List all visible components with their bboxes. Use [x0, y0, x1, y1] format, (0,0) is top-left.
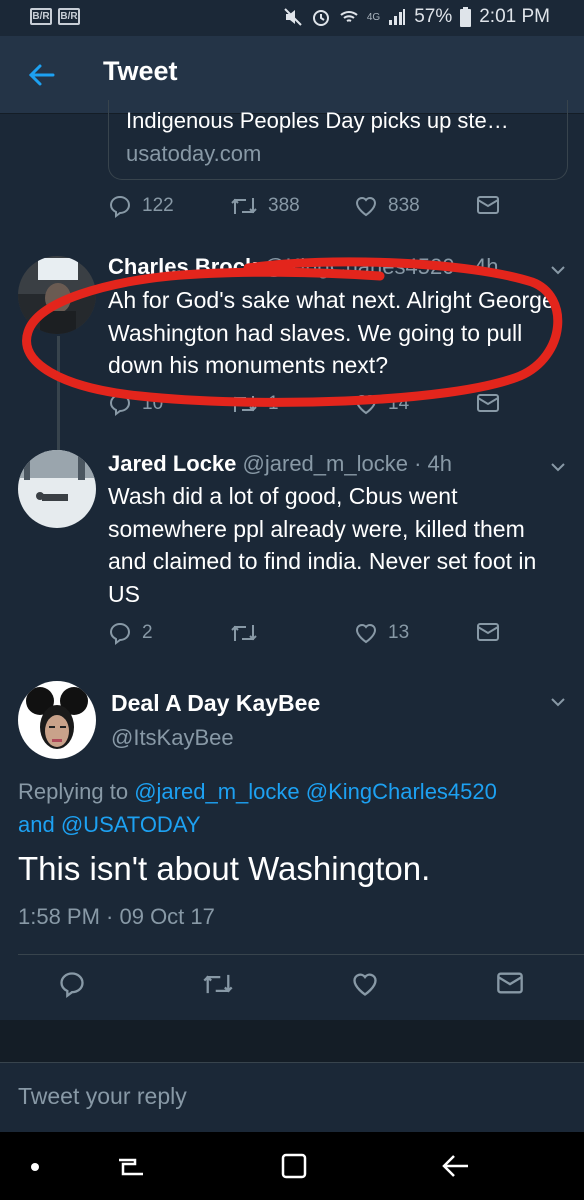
reply-input[interactable]: Tweet your reply [18, 1083, 187, 1110]
relative-time: · 4h [460, 254, 499, 279]
envelope-icon [477, 196, 499, 214]
retweet-icon [231, 198, 257, 214]
status-bar: B/R B/R 4G 57% 2:01 PM [0, 0, 584, 36]
display-name[interactable]: Deal A Day KayBee [111, 690, 320, 717]
mention-link[interactable]: @jared_m_locke [134, 779, 299, 804]
back-icon[interactable] [440, 1152, 470, 1180]
mention-link[interactable]: @KingCharles4520 [306, 779, 497, 804]
handle[interactable]: @jared_m_locke [243, 451, 408, 476]
retweet-count: 388 [268, 195, 300, 216]
retweet-icon [231, 396, 257, 412]
reply-count: 122 [142, 195, 174, 216]
reply-button[interactable]: 122 [108, 194, 174, 218]
recent-apps-icon[interactable] [115, 1152, 145, 1180]
dm-button[interactable] [476, 392, 500, 414]
reply-icon[interactable] [58, 970, 86, 998]
page-title: Tweet [103, 56, 178, 86]
wifi-icon [340, 11, 358, 22]
relative-time: · 4h [414, 451, 452, 476]
battery-icon [460, 7, 472, 27]
mention-link[interactable]: @USATODAY [61, 812, 201, 837]
chevron-down-icon[interactable] [550, 694, 566, 710]
replying-to: Replying to @jared_m_locke @KingCharles4… [18, 775, 568, 841]
handle[interactable]: @KingCharles4520 [263, 254, 454, 279]
display-name[interactable]: Jared Locke [108, 451, 236, 476]
reply-count: 10 [142, 393, 164, 414]
avatar[interactable] [18, 450, 96, 528]
tweet-actions: 2 13 [108, 621, 508, 651]
envelope-icon[interactable] [496, 970, 524, 996]
like-count: 13 [388, 622, 410, 643]
section-gap [0, 1020, 584, 1062]
tweet-header: Charles Brock @KingCharles4520 · 4h [108, 254, 498, 280]
tweet-header: Jared Locke @jared_m_locke · 4h [108, 451, 452, 477]
reply-icon [109, 195, 131, 218]
reply-button[interactable]: 2 [108, 621, 153, 645]
clock: 2:01 PM [479, 6, 550, 27]
link-card-title: Indigenous Peoples Day picks up ste… [126, 108, 509, 133]
tweet-actions: 122 388 838 [108, 194, 508, 224]
reply-icon [109, 622, 131, 645]
retweet-icon [231, 625, 257, 641]
heart-icon [355, 624, 377, 644]
avatar[interactable] [18, 256, 96, 334]
tweet-actions: 10 1 14 [108, 392, 508, 422]
system-navigation-bar [0, 1132, 584, 1200]
signal-icon [389, 9, 406, 25]
app-notification-icon: B/R [30, 8, 52, 25]
heart-icon [355, 395, 377, 415]
dm-button[interactable] [476, 621, 500, 643]
home-icon[interactable] [280, 1152, 308, 1180]
reply-count: 2 [142, 622, 153, 643]
alarm-icon [312, 10, 329, 26]
dm-button[interactable] [476, 194, 500, 216]
like-button[interactable]: 838 [354, 194, 420, 218]
heart-icon[interactable] [351, 970, 379, 998]
envelope-icon [477, 394, 499, 412]
tweet-text: Ah for God's sake what next. Alright Geo… [108, 287, 555, 378]
display-name[interactable]: Charles Brock [108, 254, 257, 279]
reply-icon [109, 393, 131, 416]
tweet-text: This isn't about Washington. [18, 850, 431, 887]
chevron-down-icon[interactable] [550, 459, 566, 475]
envelope-icon [477, 623, 499, 641]
like-count: 838 [388, 195, 420, 216]
link-card-domain: usatoday.com [126, 141, 262, 166]
like-count: 14 [388, 393, 410, 414]
network-label: 4G [366, 11, 381, 23]
retweet-count: 1 [268, 393, 279, 414]
retweet-button[interactable]: 1 [230, 392, 279, 416]
like-button[interactable]: 13 [354, 621, 409, 645]
retweet-button[interactable]: 388 [230, 194, 300, 218]
reply-composer[interactable]: Tweet your reply [0, 1062, 584, 1132]
divider [18, 954, 584, 955]
main-tweet-actions [0, 968, 584, 1008]
dot-icon [31, 1163, 39, 1171]
app-notification-icon: B/R [58, 8, 80, 25]
like-button[interactable]: 14 [354, 392, 409, 416]
replying-and: and [18, 812, 55, 837]
battery-percent: 57% [414, 6, 453, 27]
mute-icon [284, 8, 302, 26]
chevron-down-icon[interactable] [550, 262, 566, 278]
back-arrow-icon[interactable] [26, 60, 56, 90]
tweet-text: Wash did a lot of good, Cbus went somewh… [108, 483, 537, 607]
heart-icon [355, 197, 377, 217]
retweet-button[interactable] [230, 621, 268, 645]
timestamp: 1:58 PM · 09 Oct 17 [18, 904, 215, 929]
retweet-icon[interactable] [202, 970, 234, 998]
replying-prefix: Replying to [18, 779, 129, 804]
thread-line [57, 336, 60, 450]
handle[interactable]: @ItsKayBee [111, 725, 234, 751]
reply-button[interactable]: 10 [108, 392, 163, 416]
avatar[interactable] [18, 681, 96, 759]
